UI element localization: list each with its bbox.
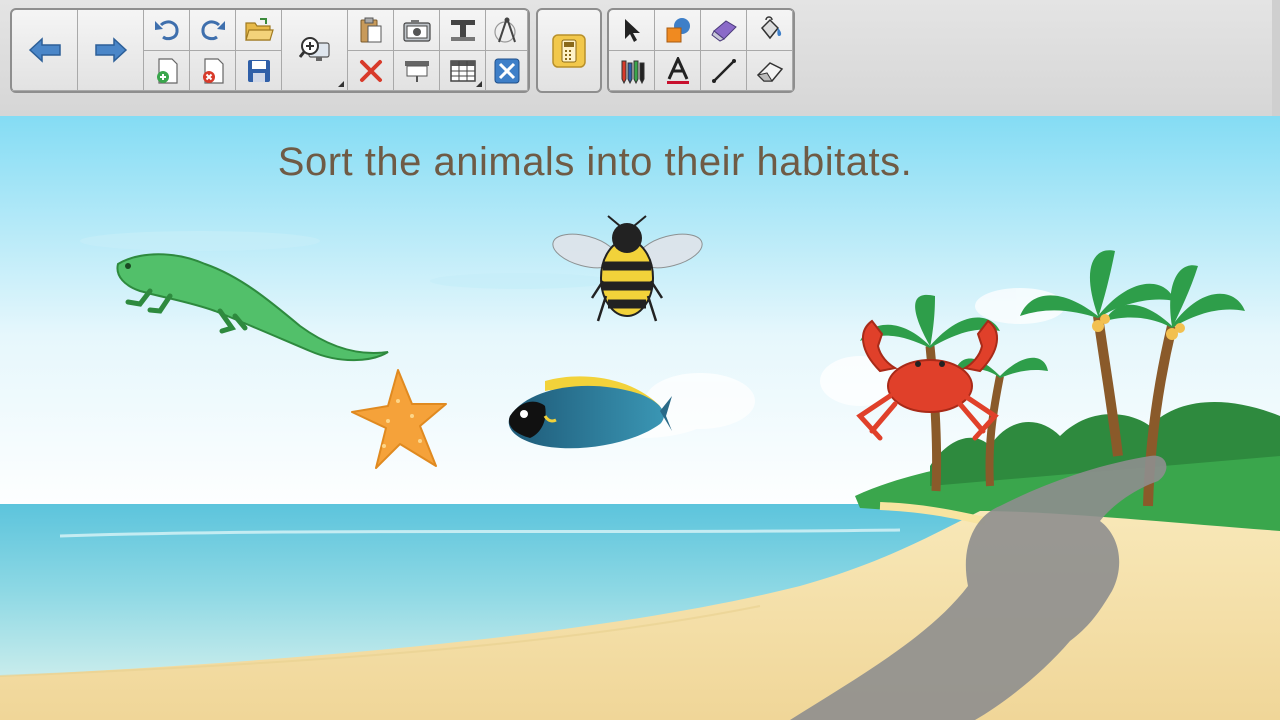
text-tool-icon: [450, 20, 475, 41]
zoom-icon: [298, 37, 330, 61]
eraser-icon: [756, 61, 783, 82]
open-folder-icon: [244, 18, 274, 41]
compass-icon: [493, 17, 516, 43]
fill-button[interactable]: [747, 10, 793, 51]
table-icon: [449, 59, 476, 82]
fill-bucket-icon: [760, 16, 781, 40]
table-button[interactable]: [440, 51, 486, 91]
dropdown-triangle-icon: [476, 81, 482, 87]
text-tool-button[interactable]: [440, 10, 486, 51]
forward-arrow-icon: [94, 37, 127, 63]
compass-button[interactable]: [486, 10, 528, 51]
redo-button[interactable]: [190, 10, 236, 51]
save-icon: [247, 59, 270, 82]
prompt-text: Sort the animals into their habitats.: [277, 140, 913, 184]
undo-button[interactable]: [144, 10, 190, 51]
open-button[interactable]: [236, 10, 282, 51]
toolbar-scrollbar[interactable]: [1272, 0, 1280, 116]
undo-icon: [154, 20, 179, 41]
paste-icon: [360, 17, 381, 43]
pens-button[interactable]: [609, 51, 655, 91]
pens-icon: [621, 60, 644, 84]
tools-icon: [494, 58, 519, 83]
delete-icon: [359, 59, 382, 82]
toolbar-group-drawing: [607, 8, 795, 93]
select-arrow-icon: [624, 19, 640, 42]
delete-page-button[interactable]: [190, 51, 236, 91]
beach-scene: [0, 116, 1280, 720]
shapes-icon: [666, 18, 690, 43]
new-page-icon: [156, 57, 178, 84]
save-button[interactable]: [236, 51, 282, 91]
tools-button[interactable]: [486, 51, 528, 91]
magic-pen-icon: [710, 20, 737, 42]
eraser-button[interactable]: [747, 51, 793, 91]
screen-shade-icon: [404, 60, 429, 82]
redo-icon: [200, 20, 225, 41]
calculator-icon: [552, 33, 586, 68]
delete-button[interactable]: [348, 51, 394, 91]
paste-button[interactable]: [348, 10, 394, 51]
toolbar: [0, 0, 1280, 117]
text-button[interactable]: [655, 51, 701, 91]
line-icon: [711, 58, 736, 83]
lesson-canvas: Sort the animals into their habitats.: [0, 116, 1280, 720]
calculator-button[interactable]: [538, 10, 600, 91]
magic-pen-button[interactable]: [701, 10, 747, 51]
shapes-button[interactable]: [655, 10, 701, 51]
camera-button[interactable]: [394, 10, 440, 51]
back-button[interactable]: [12, 10, 78, 91]
forward-button[interactable]: [78, 10, 144, 91]
screen-shade-button[interactable]: [394, 51, 440, 91]
text-icon: [666, 56, 689, 84]
line-button[interactable]: [701, 51, 747, 91]
toolbar-group-calculator: [536, 8, 602, 93]
delete-page-icon: [202, 57, 224, 84]
back-arrow-icon: [28, 37, 61, 63]
toolbar-group-main: [10, 8, 530, 93]
dropdown-triangle-icon: [338, 81, 344, 87]
new-page-button[interactable]: [144, 51, 190, 91]
zoom-button[interactable]: [282, 10, 348, 91]
select-button[interactable]: [609, 10, 655, 51]
camera-icon: [402, 20, 431, 42]
